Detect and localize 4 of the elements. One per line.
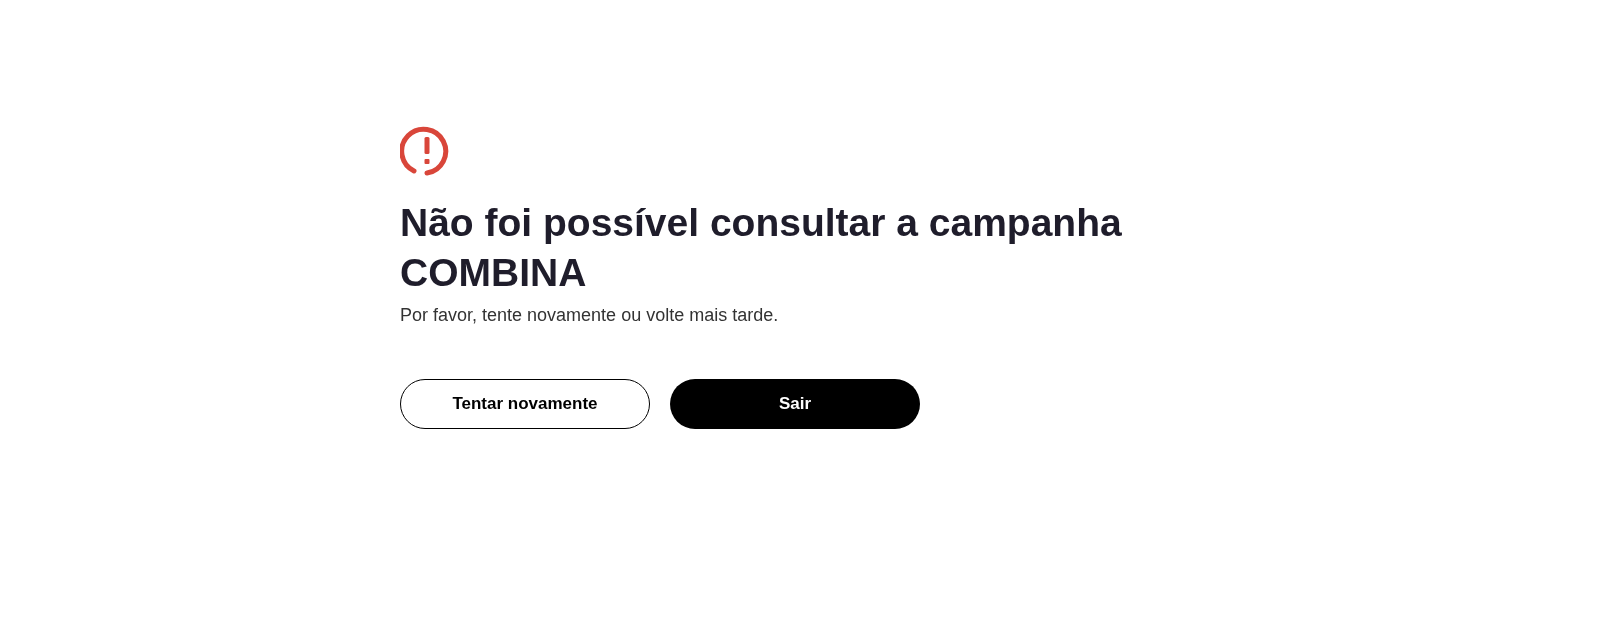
error-title: Não foi possível consultar a campanha COMBINA: [400, 200, 1123, 296]
error-message: Por favor, tente novamente ou volte mais tarde.: [400, 304, 780, 327]
exit-button[interactable]: Sair: [670, 379, 920, 429]
retry-button[interactable]: Tentar novamente: [400, 379, 650, 429]
